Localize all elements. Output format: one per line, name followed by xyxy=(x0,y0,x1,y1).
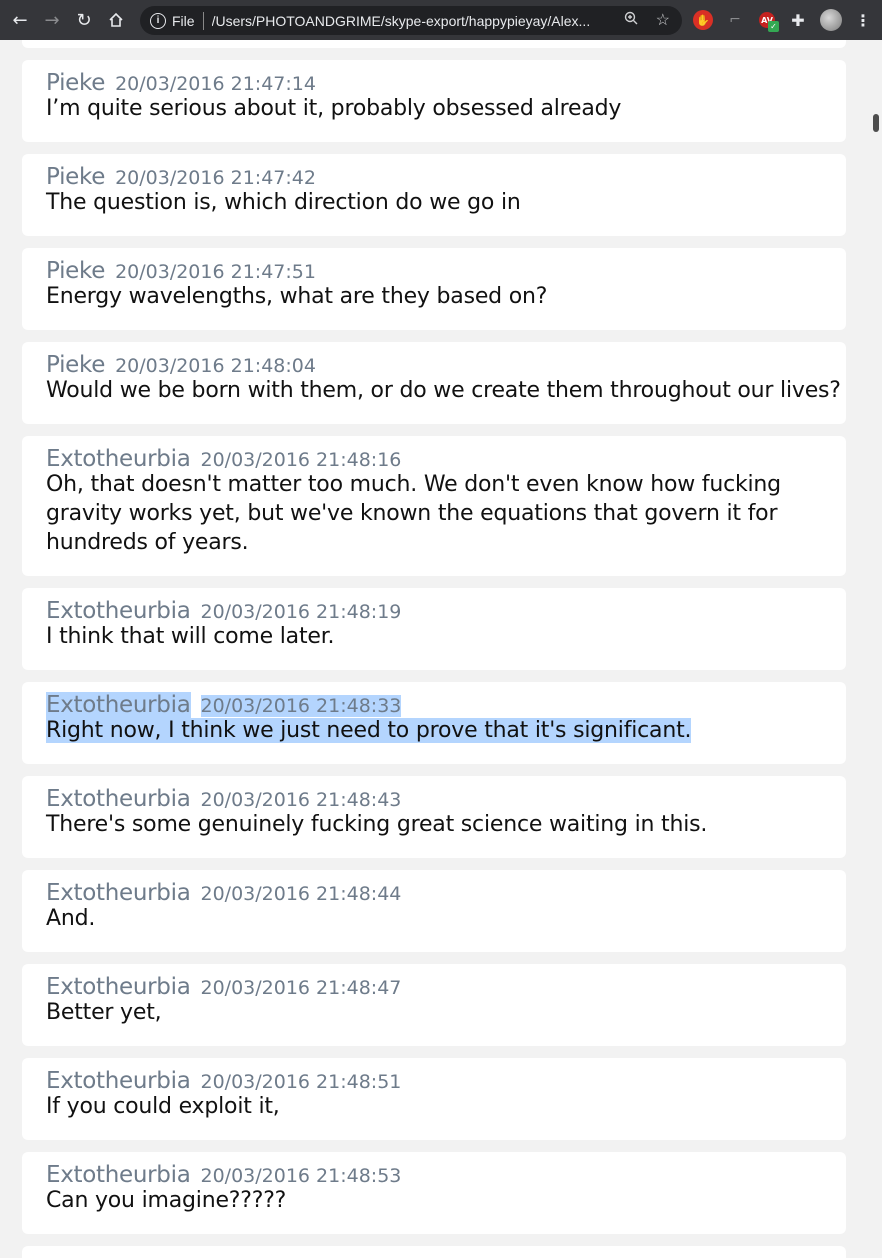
message-author: Extotheurbia xyxy=(46,786,191,812)
page-scrollbar[interactable] xyxy=(870,40,882,1258)
site-info-icon[interactable]: i xyxy=(150,12,166,29)
profile-avatar[interactable] xyxy=(820,9,842,31)
message-text: Would we be born with them, or do we cre… xyxy=(46,378,841,403)
message-timestamp: 20/03/2016 21:48:16 xyxy=(200,449,402,471)
message-timestamp: 20/03/2016 21:48:43 xyxy=(200,789,402,811)
message-author: Pieke xyxy=(46,352,106,378)
scrollbar-thumb[interactable] xyxy=(873,114,879,132)
chat-log: Pieke 20/03/2016 21:47:14 I’m quite serio… xyxy=(0,40,870,1258)
message-card: Pieke 20/03/2016 21:47:14 I’m quite serio… xyxy=(22,60,846,142)
message-card: Extotheurbia 20/03/2016 21:48:43 There's … xyxy=(22,776,846,858)
antivirus-extension-icon[interactable]: AV ✓ xyxy=(757,10,779,32)
message-author: Extotheurbia xyxy=(46,1162,191,1188)
message-text: Can you imagine????? xyxy=(46,1188,287,1213)
address-bar[interactable]: i File /Users/PHOTOANDGRIME/skype-export… xyxy=(140,6,682,35)
message-text: If you could exploit it, xyxy=(46,1094,280,1119)
message-text: Oh, that doesn't matter too much. We don… xyxy=(46,472,781,555)
message-text: Energy wavelengths, what are they based … xyxy=(46,284,548,309)
message-card: Extotheurbia 20/03/2016 21:48:47 Better y… xyxy=(22,964,846,1046)
message-card: Extotheurbia 20/03/2016 21:48:16 Oh, that… xyxy=(22,436,846,576)
bookmark-star-icon[interactable]: ☆ xyxy=(656,10,670,30)
back-arrow-icon[interactable]: ← xyxy=(4,0,36,40)
message-text: The question is, which direction do we g… xyxy=(46,190,521,215)
message-card: Extotheurbia 20/03/2016 21:48:44 And. xyxy=(22,870,846,952)
message-timestamp: 20/03/2016 21:47:42 xyxy=(115,167,316,189)
message-timestamp: 20/03/2016 21:47:14 xyxy=(115,73,316,95)
message-author: Extotheurbia xyxy=(46,1068,191,1094)
message-timestamp: 20/03/2016 21:47:51 xyxy=(115,261,316,283)
message-card-partial xyxy=(22,1246,846,1258)
message-author: Pieke xyxy=(46,258,106,284)
message-author: Pieke xyxy=(46,164,106,190)
message-card: Extotheurbia 20/03/2016 21:48:53 Can you … xyxy=(22,1152,846,1234)
message-timestamp: 20/03/2016 21:48:19 xyxy=(200,601,402,623)
message-card-selected: Extotheurbia 20/03/2016 21:48:33 Right no… xyxy=(22,682,846,764)
message-text: Right now, I think we just need to prove… xyxy=(46,718,692,743)
message-author: Extotheurbia xyxy=(46,692,191,718)
message-card: Pieke 20/03/2016 21:47:42 The question is… xyxy=(22,154,846,236)
message-author: Extotheurbia xyxy=(46,974,191,1000)
message-timestamp: 20/03/2016 21:48:47 xyxy=(200,977,402,999)
omnibox-divider xyxy=(202,11,204,30)
message-timestamp: 20/03/2016 21:48:53 xyxy=(200,1165,402,1187)
zoom-icon[interactable] xyxy=(624,11,638,28)
message-card: Extotheurbia 20/03/2016 21:48:19 I think … xyxy=(22,588,846,670)
message-card-partial xyxy=(22,40,846,48)
message-text: There's some genuinely fucking great sci… xyxy=(46,812,708,837)
message-card: Extotheurbia 20/03/2016 21:48:51 If you c… xyxy=(22,1058,846,1140)
extension-icon[interactable]: ⌐ xyxy=(725,10,745,30)
message-timestamp: 20/03/2016 21:48:04 xyxy=(115,355,316,377)
message-timestamp: 20/03/2016 21:48:51 xyxy=(200,1071,402,1093)
message-text: Better yet, xyxy=(46,1000,162,1025)
message-card: Pieke 20/03/2016 21:47:51 Energy waveleng… xyxy=(22,248,846,330)
extensions-puzzle-icon[interactable]: ✚ xyxy=(788,10,808,30)
message-author: Pieke xyxy=(46,70,106,96)
browser-toolbar: ← → ↻ i File /Users/PHOTOANDGRIME/skype-… xyxy=(0,0,882,40)
url-text[interactable]: /Users/PHOTOANDGRIME/skype-export/happyp… xyxy=(212,13,612,29)
reload-icon[interactable]: ↻ xyxy=(68,0,100,40)
home-icon[interactable] xyxy=(100,0,132,40)
message-text: I’m quite serious about it, probably obs… xyxy=(46,96,622,121)
message-card: Pieke 20/03/2016 21:48:04 Would we be bor… xyxy=(22,342,846,424)
message-timestamp: 20/03/2016 21:48:33 xyxy=(200,695,402,717)
forward-arrow-icon[interactable]: → xyxy=(36,0,68,40)
message-text: And. xyxy=(46,906,96,931)
message-author: Extotheurbia xyxy=(46,446,191,472)
message-author: Extotheurbia xyxy=(46,880,191,906)
scheme-label: File xyxy=(172,12,195,29)
message-timestamp: 20/03/2016 21:48:44 xyxy=(200,883,402,905)
message-author: Extotheurbia xyxy=(46,598,191,624)
adblock-extension-icon[interactable]: ✋ xyxy=(693,10,713,30)
message-text: I think that will come later. xyxy=(46,624,335,649)
kebab-menu-icon[interactable]: ⋮ xyxy=(853,10,873,30)
